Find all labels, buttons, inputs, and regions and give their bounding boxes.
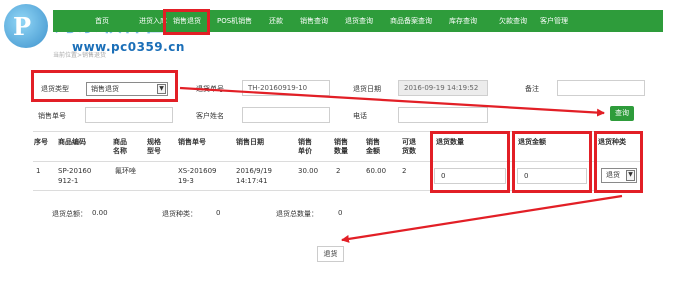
annotation-arrows — [179, 86, 623, 243]
arrow-to-return-button — [341, 194, 623, 243]
arrow-to-query-button — [179, 86, 605, 117]
